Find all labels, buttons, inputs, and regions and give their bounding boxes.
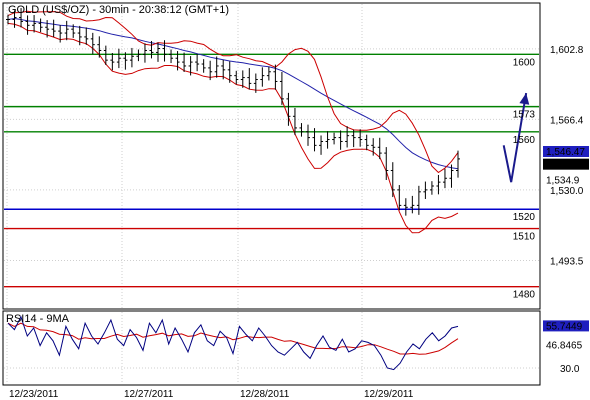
y-tick-label: 1,566.4 — [550, 115, 584, 126]
rsi-value-label: 55.7449 — [546, 321, 583, 332]
y-tick-label: 1,530.0 — [550, 186, 584, 197]
x-tick-label: 12/29/2011 — [364, 389, 414, 400]
price-label: 1,545.61 — [546, 160, 585, 171]
chart-svg: 12/23/2011 12/27/2011 12/28/2011 12/29/2011… — [0, 0, 590, 400]
x-tick-label: 12/27/2011 — [124, 389, 174, 400]
rsi-title: RSI14 - 9MA — [6, 313, 70, 325]
chart-title: GOLD (US$/OZ) - 30min - 20:38:12 (GMT+1) — [8, 4, 229, 16]
level-label: 1573 — [513, 110, 536, 121]
rsi-y-tick-label: 30.0 — [560, 364, 580, 375]
level-label: 1480 — [513, 290, 536, 301]
price-label: 1,534.9 — [546, 175, 580, 186]
level-label: 1510 — [513, 232, 536, 243]
x-tick-label: 12/28/2011 — [240, 389, 290, 400]
rsi-panel-frame — [2, 310, 541, 386]
rsi-ma-value-label: 46.8465 — [546, 341, 583, 352]
level-label: 1560 — [513, 135, 536, 146]
y-tick-label: 1,602.8 — [550, 45, 584, 56]
x-tick-label: 12/23/2011 — [9, 389, 59, 400]
level-label: 1520 — [513, 212, 536, 223]
y-tick-label: 1,493.5 — [550, 257, 584, 268]
price-label: 1,546.47 — [546, 147, 585, 158]
level-label: 1600 — [513, 57, 536, 68]
